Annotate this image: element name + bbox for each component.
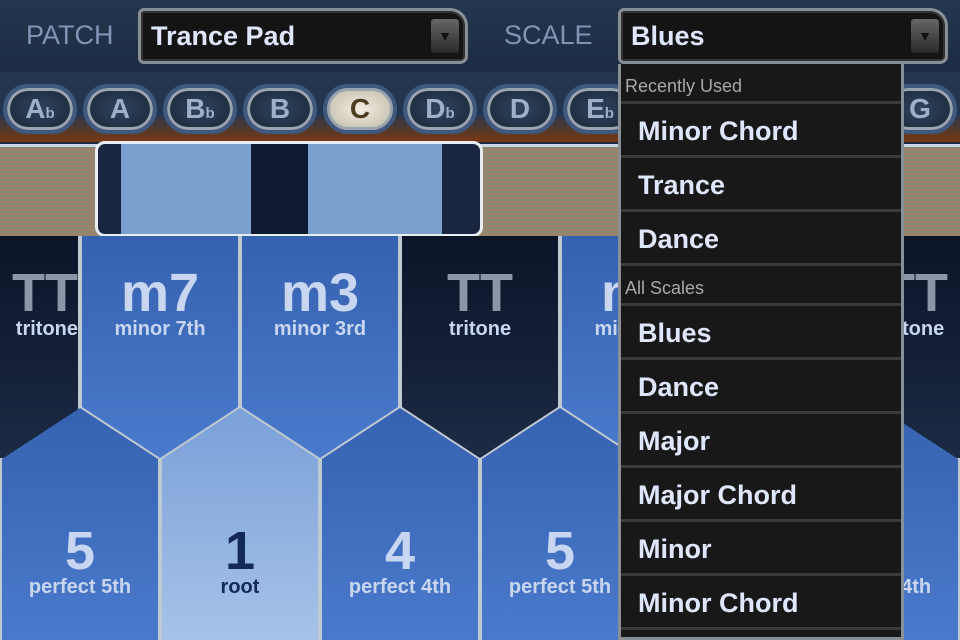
dropdown-item[interactable]: Minor Chord (621, 576, 901, 630)
pad-interval: TT (12, 263, 78, 323)
dropdown-item[interactable]: Dance (621, 212, 901, 266)
key-button[interactable]: D (483, 84, 557, 134)
key-letter: C (349, 93, 371, 124)
key-letter: G (909, 93, 931, 124)
scale-value: Blues (631, 21, 705, 51)
pad-lower[interactable]: 1 root (162, 408, 318, 640)
overview-viewport-handle[interactable] (95, 141, 483, 237)
scale-label: SCALE (504, 20, 593, 50)
key-letter: A (25, 93, 46, 124)
key-button[interactable]: A (83, 84, 157, 134)
pad-interval-name: root (220, 576, 260, 598)
scale-select[interactable]: Blues ▼ (618, 8, 948, 64)
key-letter: E (586, 93, 605, 124)
section-header-all: All Scales (621, 266, 901, 306)
pad-interval: m7 (120, 263, 200, 323)
dropdown-item[interactable]: Major Chord (621, 468, 901, 522)
dropdown-item[interactable]: Minor (621, 522, 901, 576)
pad-interval: 4 (384, 521, 416, 581)
chevron-down-icon: ▼ (431, 19, 459, 53)
header: PATCH Trance Pad ▼ SCALE Blues ▼ (0, 0, 960, 72)
key-button[interactable]: C (323, 84, 397, 134)
pad-interval: 5 (544, 521, 576, 581)
dropdown-item[interactable]: Major (621, 414, 901, 468)
key-button[interactable]: B (243, 84, 317, 134)
key-accidental: b (205, 105, 215, 122)
pad-interval-name: perfect 4th (348, 576, 452, 598)
pad-interval-name: minor 7th (114, 318, 206, 340)
dropdown-item[interactable]: Minor Chord (621, 104, 901, 158)
pad-interval: 5 (64, 521, 96, 581)
key-letter: B (185, 93, 206, 124)
pad-interval: TT (447, 263, 513, 323)
key-accidental: b (445, 105, 455, 122)
dropdown-item[interactable]: Blues (621, 306, 901, 360)
patch-label: PATCH (26, 20, 114, 50)
dropdown-item[interactable]: Dance (621, 360, 901, 414)
key-letter: A (109, 93, 131, 124)
key-letter: B (269, 93, 291, 124)
pad-interval: m3 (280, 263, 360, 323)
pad-interval: 1 (224, 521, 256, 581)
patch-value: Trance Pad (151, 21, 296, 51)
key-button[interactable]: Db (403, 84, 477, 134)
pad-interval-name: perfect 5th (508, 576, 612, 598)
key-letter: D (425, 93, 446, 124)
patch-select[interactable]: Trance Pad ▼ (138, 8, 468, 64)
pad-lower[interactable]: 4perfect 4th (322, 408, 478, 640)
pad-lower[interactable]: 5 perfect 5th (482, 408, 638, 640)
key-button[interactable]: Bb (163, 84, 237, 134)
pad-interval-name: perfect 5th (28, 576, 132, 598)
key-letter: D (509, 93, 531, 124)
key-button[interactable]: Ab (3, 84, 77, 134)
chevron-down-icon: ▼ (911, 19, 939, 53)
dropdown-item[interactable]: Trance (621, 158, 901, 212)
pad-interval-name: minor 3rd (273, 318, 367, 340)
key-accidental: b (45, 105, 55, 122)
pad-interval-name: tritone (448, 318, 512, 340)
key-accidental: b (604, 105, 614, 122)
section-header-recent: Recently Used (621, 64, 901, 104)
scale-dropdown: Recently Used Minor Chord Trance Dance All S… (618, 64, 904, 640)
